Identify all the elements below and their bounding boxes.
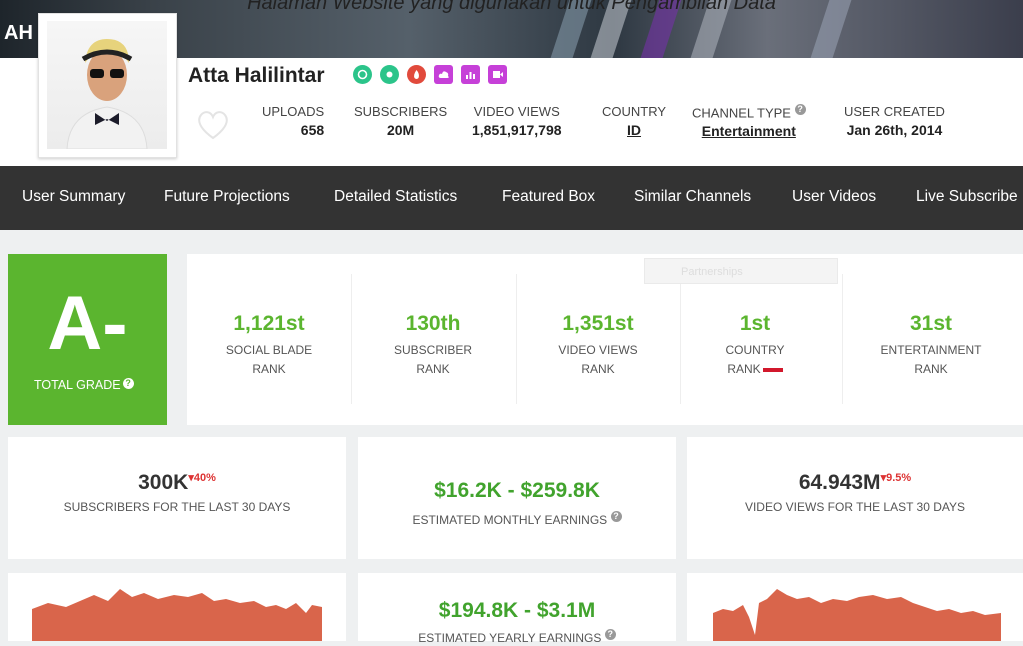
heart-icon[interactable] bbox=[196, 110, 230, 140]
card-change: 9.5% bbox=[886, 472, 912, 484]
views-sparkline bbox=[713, 589, 1001, 641]
person-icon bbox=[66, 39, 148, 149]
stat-user-created: USER CREATED Jan 26th, 2014 bbox=[844, 104, 945, 138]
nav-similar-channels[interactable]: Similar Channels bbox=[634, 188, 751, 206]
stat-channel-type: CHANNEL TYPE ? Entertainment bbox=[692, 104, 806, 139]
rank-label: RANK bbox=[727, 362, 761, 376]
nav-featured-box[interactable]: Featured Box bbox=[502, 188, 595, 206]
nav-live-subscribe[interactable]: Live Subscribe bbox=[916, 188, 1018, 206]
card-views-sparkline bbox=[687, 573, 1023, 641]
rank-social-blade: 1,121st SOCIAL BLADE RANK bbox=[187, 312, 351, 379]
rank-value: 130th bbox=[405, 312, 461, 335]
nav-bar: User Summary Future Projections Detailed… bbox=[0, 166, 1023, 230]
rank-label: SOCIAL BLADE bbox=[225, 343, 313, 357]
stat-label: USER CREATED bbox=[844, 104, 945, 119]
help-icon[interactable]: ? bbox=[794, 104, 806, 115]
channel-name: Atta Halilintar bbox=[188, 64, 325, 87]
page-caption: Halaman Website yang digunakan untuk Pen… bbox=[247, 0, 776, 14]
total-grade-box: A- TOTAL GRADE? bbox=[8, 254, 167, 425]
avatar-image bbox=[47, 21, 167, 149]
card-label: ESTIMATED YEARLY EARNINGS bbox=[418, 631, 602, 645]
stat-label: COUNTRY bbox=[602, 104, 667, 119]
help-icon[interactable]: ? bbox=[122, 378, 134, 389]
card-label: ESTIMATED MONTHLY EARNINGS bbox=[412, 513, 608, 527]
card-label: VIDEO VIEWS FOR THE LAST 30 DAYS bbox=[744, 500, 966, 514]
stat-label: SUBSCRIBERS bbox=[354, 104, 448, 119]
rank-video-views: 1,351st VIDEO VIEWS RANK bbox=[516, 312, 680, 379]
grade-letter: A- bbox=[47, 281, 128, 366]
card-subscribers-30-days: 300K▾40% SUBSCRIBERS FOR THE LAST 30 DAY… bbox=[8, 437, 346, 559]
stat-value: Jan 26th, 2014 bbox=[846, 122, 943, 138]
rank-label: RANK bbox=[914, 362, 948, 376]
ranks-panel: 1,121st SOCIAL BLADE RANK 130th SUBSCRIBE… bbox=[187, 254, 1023, 425]
card-label: SUBSCRIBERS FOR THE LAST 30 DAYS bbox=[63, 500, 291, 514]
card-subscribers-sparkline bbox=[8, 573, 346, 641]
card-value: $16.2K - $259.8K bbox=[434, 479, 600, 502]
stat-value: 658 bbox=[300, 122, 325, 138]
channel-type-link[interactable]: Entertainment bbox=[692, 123, 806, 139]
stat-label: VIDEO VIEWS bbox=[473, 104, 560, 119]
banner-text: AH bbox=[4, 22, 33, 44]
rank-entertainment: 31st ENTERTAINMENT RANK bbox=[849, 312, 1013, 379]
card-video-views-30-days: 64.943M▾9.5% VIDEO VIEWS FOR THE LAST 30… bbox=[687, 437, 1023, 559]
rank-subscriber: 130th SUBSCRIBER RANK bbox=[351, 312, 515, 379]
stat-subscribers: SUBSCRIBERS 20M bbox=[354, 104, 447, 138]
card-change: 40% bbox=[193, 472, 216, 484]
indonesia-flag-icon bbox=[762, 367, 783, 372]
card-yearly-earnings: $194.8K - $3.1M ESTIMATED YEARLY EARNING… bbox=[358, 573, 676, 645]
stat-value: 20M bbox=[386, 122, 415, 138]
rank-label: ENTERTAINMENT bbox=[880, 343, 982, 357]
stat-country: COUNTRY ID bbox=[602, 104, 666, 138]
stat-label: UPLOADS bbox=[262, 104, 325, 119]
eye-icon[interactable] bbox=[380, 65, 399, 84]
rank-label: COUNTRY bbox=[725, 343, 785, 357]
rank-value: 1,121st bbox=[233, 312, 305, 335]
rank-label: RANK bbox=[581, 362, 615, 376]
rank-label: RANK bbox=[416, 362, 450, 376]
card-value: 64.943M bbox=[798, 471, 881, 494]
rank-country: 1st COUNTRY RANK bbox=[673, 312, 837, 379]
nav-user-videos[interactable]: User Videos bbox=[792, 188, 876, 206]
rank-value: 1,351st bbox=[562, 312, 634, 335]
country-link[interactable]: ID bbox=[602, 122, 666, 138]
card-monthly-earnings: $16.2K - $259.8K ESTIMATED MONTHLY EARNI… bbox=[358, 437, 676, 559]
help-icon[interactable]: ? bbox=[604, 629, 616, 640]
cloud-icon[interactable] bbox=[434, 65, 453, 84]
nav-user-summary[interactable]: User Summary bbox=[22, 188, 125, 206]
video-icon[interactable] bbox=[488, 65, 507, 84]
rank-label: VIDEO VIEWS bbox=[558, 343, 638, 357]
subscribers-sparkline bbox=[32, 589, 322, 641]
grade-label: TOTAL GRADE bbox=[34, 378, 121, 392]
stat-value: 1,851,917,798 bbox=[472, 122, 562, 138]
rank-value: 1st bbox=[739, 312, 771, 335]
rank-label: SUBSCRIBER bbox=[393, 343, 473, 357]
rank-label: RANK bbox=[252, 362, 286, 376]
nav-detailed-statistics[interactable]: Detailed Statistics bbox=[334, 188, 457, 206]
fire-icon[interactable] bbox=[407, 65, 426, 84]
card-value: $194.8K - $3.1M bbox=[438, 599, 596, 622]
card-value: 300K bbox=[138, 471, 189, 494]
partnerships-button[interactable]: Partnerships bbox=[644, 258, 838, 284]
divider bbox=[842, 274, 843, 404]
stat-uploads: UPLOADS 658 bbox=[262, 104, 324, 138]
chart-icon[interactable] bbox=[461, 65, 480, 84]
rank-value: 31st bbox=[909, 312, 953, 335]
stat-video-views: VIDEO VIEWS 1,851,917,798 bbox=[472, 104, 562, 138]
nav-future-projections[interactable]: Future Projections bbox=[164, 188, 290, 206]
avatar[interactable] bbox=[38, 13, 177, 158]
badge-row bbox=[353, 65, 507, 84]
help-icon[interactable]: ? bbox=[610, 511, 622, 522]
clock-icon[interactable] bbox=[353, 65, 372, 84]
stat-label: CHANNEL TYPE bbox=[692, 105, 791, 121]
